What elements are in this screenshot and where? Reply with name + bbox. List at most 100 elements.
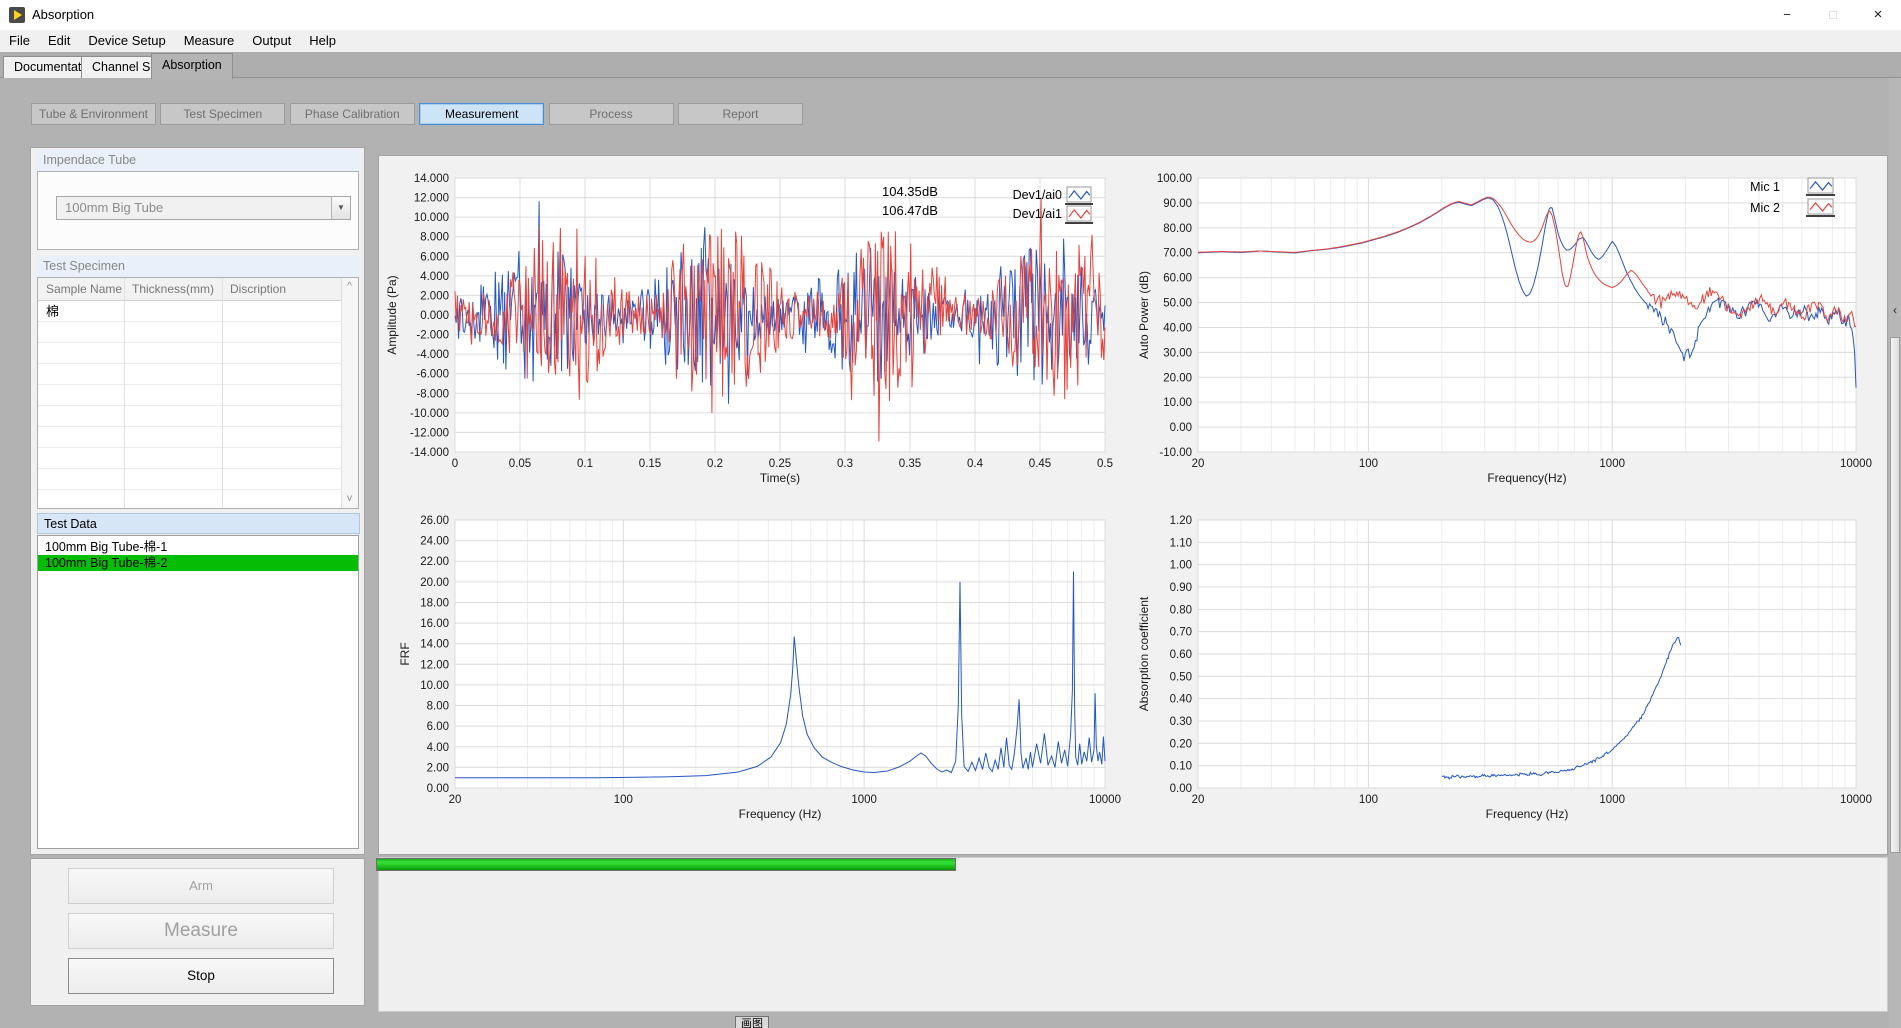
menu-device-setup[interactable]: Device Setup bbox=[79, 30, 174, 52]
subtab-process[interactable]: Process bbox=[549, 103, 674, 125]
sidebar-panel: Impendace Tube 100mm Big Tube ▼ Test Spe… bbox=[30, 147, 365, 855]
svg-text:Absorption coefficient: Absorption coefficient bbox=[1137, 596, 1151, 711]
svg-text:0.90: 0.90 bbox=[1170, 582, 1192, 594]
bottom-partial-tab[interactable]: 画图 bbox=[735, 1016, 769, 1028]
legend-plot-icon[interactable] bbox=[1067, 187, 1091, 202]
svg-text:Mic 2: Mic 2 bbox=[1750, 201, 1780, 215]
svg-text:100.00: 100.00 bbox=[1157, 173, 1192, 185]
svg-text:0: 0 bbox=[452, 458, 458, 470]
column-thickness: Thickness(mm) bbox=[132, 278, 214, 300]
svg-text:6.00: 6.00 bbox=[427, 721, 449, 733]
menu-file[interactable]: File bbox=[0, 30, 39, 52]
svg-text:60.00: 60.00 bbox=[1163, 273, 1192, 285]
svg-text:2.00: 2.00 bbox=[427, 762, 449, 774]
svg-text:Frequency (Hz): Frequency (Hz) bbox=[1486, 807, 1569, 821]
svg-text:100: 100 bbox=[1359, 458, 1378, 470]
svg-text:14.000: 14.000 bbox=[414, 173, 449, 185]
column-discription: Discription bbox=[230, 278, 286, 300]
svg-text:0.80: 0.80 bbox=[1170, 604, 1192, 616]
svg-text:0.05: 0.05 bbox=[509, 458, 531, 470]
svg-text:FRF: FRF bbox=[398, 642, 412, 665]
test-data-item[interactable]: 100mm Big Tube-棉-2 bbox=[38, 555, 358, 571]
subtab-test-specimen[interactable]: Test Specimen bbox=[160, 103, 285, 125]
svg-text:10.00: 10.00 bbox=[420, 680, 449, 692]
legend-plot-icon[interactable] bbox=[1067, 206, 1091, 221]
svg-text:1.10: 1.10 bbox=[1170, 537, 1192, 549]
svg-text:20: 20 bbox=[1192, 458, 1205, 470]
measure-button[interactable]: Measure bbox=[68, 913, 334, 949]
menu-measure[interactable]: Measure bbox=[175, 30, 244, 52]
svg-text:2.000: 2.000 bbox=[420, 290, 449, 302]
test-specimen-table-body[interactable]: 棉 bbox=[38, 301, 342, 508]
menu-help[interactable]: Help bbox=[300, 30, 345, 52]
svg-text:0.1: 0.1 bbox=[577, 458, 593, 470]
dropdown-arrow-icon[interactable]: ▼ bbox=[331, 197, 350, 219]
svg-text:0.40: 0.40 bbox=[1170, 694, 1192, 706]
svg-text:Dev1/ai1: Dev1/ai1 bbox=[1013, 207, 1062, 221]
scroll-up-icon[interactable]: ^ bbox=[342, 280, 357, 294]
subtab-report[interactable]: Report bbox=[678, 103, 803, 125]
minimize-button[interactable]: − bbox=[1764, 0, 1810, 30]
svg-text:1.20: 1.20 bbox=[1170, 515, 1192, 527]
test-specimen-table[interactable]: Sample Name Thickness(mm) Discription 棉 … bbox=[37, 277, 359, 509]
svg-text:0.3: 0.3 bbox=[837, 458, 853, 470]
svg-text:10.000: 10.000 bbox=[414, 212, 449, 224]
svg-text:-14.000: -14.000 bbox=[410, 447, 449, 459]
main-tab-strip: DocumentationChannel SetupAbsorption bbox=[0, 52, 1901, 78]
subtab-measurement[interactable]: Measurement bbox=[419, 103, 544, 125]
column-divider bbox=[124, 278, 125, 508]
arm-button[interactable]: Arm bbox=[68, 868, 334, 904]
menu-output[interactable]: Output bbox=[243, 30, 300, 52]
svg-text:0.00: 0.00 bbox=[1170, 422, 1192, 434]
right-scrollbar-thumb[interactable] bbox=[1890, 337, 1900, 853]
legend-plot-icon[interactable] bbox=[1808, 199, 1833, 214]
column-sample-name: Sample Name bbox=[46, 278, 122, 300]
svg-text:22.00: 22.00 bbox=[420, 556, 449, 568]
test-specimen-header: Test Specimen bbox=[37, 256, 359, 277]
svg-text:12.000: 12.000 bbox=[414, 193, 449, 205]
svg-text:1000: 1000 bbox=[851, 794, 877, 806]
svg-text:Auto Power (dB): Auto Power (dB) bbox=[1137, 271, 1151, 359]
subtab-phase-calibration[interactable]: Phase Calibration bbox=[290, 103, 415, 125]
close-button[interactable]: × bbox=[1855, 0, 1901, 30]
svg-text:0.15: 0.15 bbox=[639, 458, 661, 470]
impedance-tube-value: 100mm Big Tube bbox=[65, 197, 163, 219]
test-data-header: Test Data bbox=[37, 513, 360, 534]
svg-text:106.47: 106.47 bbox=[882, 203, 922, 218]
title-bar: Absorption − □ × bbox=[0, 0, 1901, 30]
svg-text:100: 100 bbox=[1359, 794, 1378, 806]
test-data-item[interactable]: 100mm Big Tube-棉-1 bbox=[38, 539, 358, 555]
svg-text:0.000: 0.000 bbox=[420, 310, 449, 322]
svg-text:24.00: 24.00 bbox=[420, 536, 449, 548]
svg-text:6.000: 6.000 bbox=[420, 251, 449, 263]
impedance-tube-dropdown[interactable]: 100mm Big Tube ▼ bbox=[56, 196, 351, 220]
svg-text:-8.000: -8.000 bbox=[416, 388, 449, 400]
time-waveform-graph: 00.050.10.150.20.250.30.350.40.450.514.0… bbox=[385, 165, 1118, 500]
svg-text:12.00: 12.00 bbox=[420, 659, 449, 671]
progress-bar bbox=[376, 858, 956, 871]
svg-text:Dev1/ai0: Dev1/ai0 bbox=[1013, 188, 1062, 202]
svg-text:10.00: 10.00 bbox=[1163, 397, 1192, 409]
svg-text:50.00: 50.00 bbox=[1163, 298, 1192, 310]
svg-text:0.00: 0.00 bbox=[427, 783, 449, 795]
scroll-down-icon[interactable]: v bbox=[342, 492, 357, 506]
svg-text:0.20: 0.20 bbox=[1170, 738, 1192, 750]
maximize-button[interactable]: □ bbox=[1810, 0, 1856, 30]
svg-text:dB: dB bbox=[922, 203, 938, 218]
subtab-tube-environment[interactable]: Tube & Environment bbox=[31, 103, 156, 125]
stop-button[interactable]: Stop bbox=[68, 958, 334, 994]
pane-collapse-icon[interactable]: ‹ bbox=[1889, 304, 1901, 316]
svg-text:20.00: 20.00 bbox=[1163, 372, 1192, 384]
test-data-list[interactable]: 100mm Big Tube-棉-1100mm Big Tube-棉-2 bbox=[37, 535, 359, 849]
actions-panel: Arm Measure Stop bbox=[30, 858, 365, 1006]
svg-text:0.45: 0.45 bbox=[1029, 458, 1051, 470]
tab-absorption[interactable]: Absorption bbox=[151, 53, 233, 79]
svg-text:Amplitude (Pa): Amplitude (Pa) bbox=[385, 275, 399, 354]
legend-plot-icon[interactable] bbox=[1808, 178, 1833, 193]
table-scrollbar[interactable]: ^ v bbox=[341, 278, 358, 508]
svg-text:20.00: 20.00 bbox=[420, 577, 449, 589]
menu-edit[interactable]: Edit bbox=[39, 30, 79, 52]
svg-text:-4.000: -4.000 bbox=[416, 349, 449, 361]
specimen-row-sample-name[interactable]: 棉 bbox=[46, 301, 59, 322]
svg-text:Time(s): Time(s) bbox=[760, 471, 800, 485]
